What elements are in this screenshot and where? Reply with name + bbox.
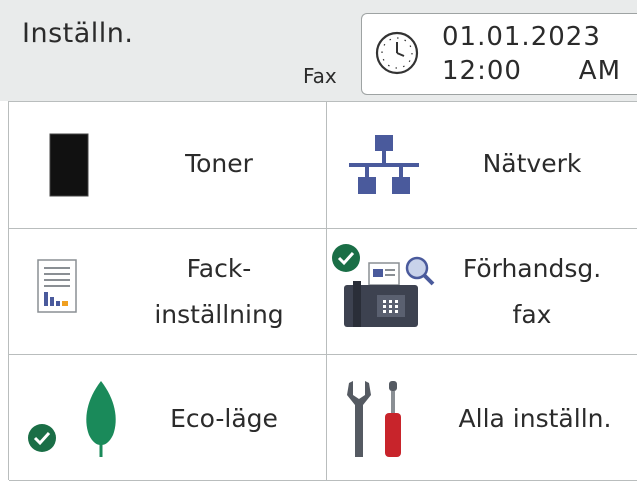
check-badge-icon (28, 424, 56, 452)
eco-mode-label: Eco-läge (170, 404, 278, 433)
date-time-button[interactable]: 01.01.2023 12:00 AM (361, 13, 637, 95)
network-icon (349, 135, 419, 194)
eco-leaf-icon (86, 381, 116, 457)
all-settings-label: Alla inställn. (458, 404, 612, 433)
tray-settings-icon (37, 259, 77, 313)
fax-preview-label-line2: fax (512, 300, 552, 329)
tray-settings-button[interactable]: Fack- inställning (9, 229, 327, 355)
fax-preview-label-line1: Förhandsg. (462, 254, 602, 283)
fax-preview-icon (344, 256, 435, 327)
fax-preview-button[interactable]: Förhandsg. fax (327, 229, 637, 355)
date-text: 01.01.2023 (442, 22, 601, 52)
all-settings-button[interactable]: Alla inställn. (327, 355, 637, 481)
header-bar: Inställn. Fax 01.01.2023 12:00 AM (0, 0, 637, 101)
toner-label: Toner (185, 149, 253, 178)
tray-settings-label-line2: inställning (154, 300, 284, 329)
ampm-text: AM (578, 56, 621, 86)
settings-grid: Toner Nätverk Fack- inställning Förhands… (8, 101, 637, 481)
network-label: Nätverk (482, 149, 582, 178)
network-button[interactable]: Nätverk (327, 102, 637, 229)
mode-label: Fax (303, 64, 337, 88)
clock-icon (375, 31, 419, 75)
toner-button[interactable]: Toner (9, 102, 327, 229)
time-text: 12:00 (442, 56, 522, 86)
toner-icon (49, 133, 89, 197)
page-title: Inställn. (22, 18, 134, 49)
eco-mode-button[interactable]: Eco-läge (9, 355, 327, 481)
tray-settings-label-line1: Fack- (186, 254, 252, 283)
tools-icon (347, 381, 401, 457)
